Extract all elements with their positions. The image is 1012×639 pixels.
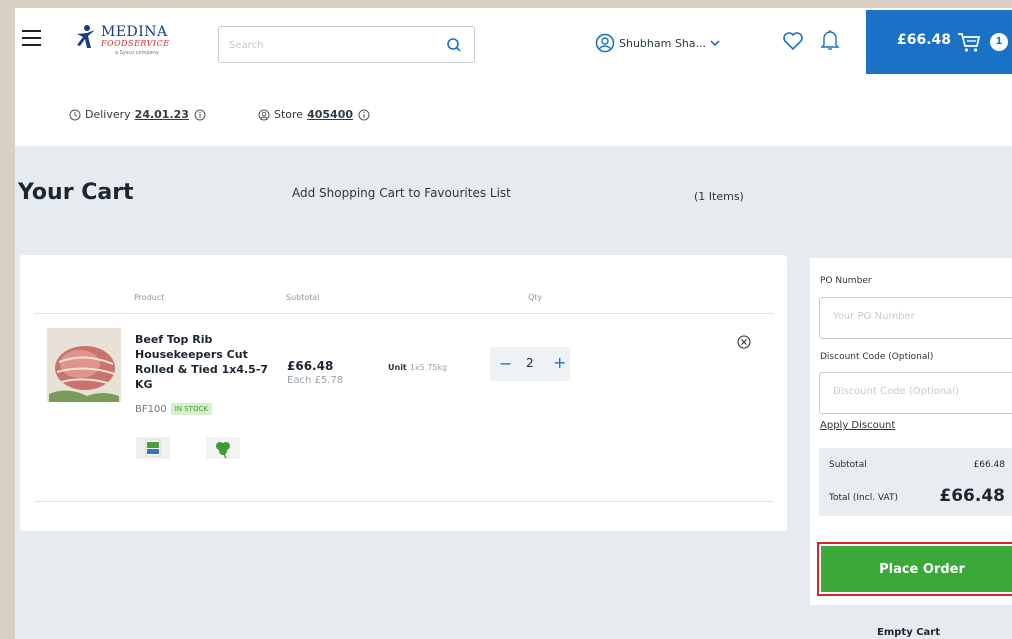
- total-label: Total (Incl. VAT): [829, 493, 898, 503]
- divider: [34, 313, 774, 314]
- po-number-label: PO Number: [820, 276, 872, 286]
- top-bar: MEDINA FOODSERVICE a Sysco company Shubh…: [15, 8, 1012, 74]
- item-unit: Unit 1x5.75kg: [388, 363, 447, 372]
- column-header-qty: Qty: [528, 293, 543, 302]
- column-header-subtotal: Subtotal: [286, 293, 320, 302]
- item-subtotal: £66.48: [287, 359, 334, 373]
- store-number-link[interactable]: 405400: [307, 108, 353, 121]
- search-box[interactable]: [218, 26, 475, 63]
- quantity-stepper: − 2 +: [490, 347, 570, 381]
- british-produce-icon: [136, 437, 170, 459]
- logo-subtitle: FOODSERVICE: [101, 39, 170, 48]
- subtotal-value: £66.48: [973, 460, 1006, 470]
- logo-figure-icon: [77, 25, 95, 48]
- column-header-product: Product: [134, 293, 165, 302]
- discount-code-input[interactable]: [833, 386, 1003, 397]
- delivery-info: Delivery 24.01.23: [69, 108, 210, 121]
- cart-count-badge: 1: [990, 33, 1008, 51]
- increase-qty-button[interactable]: +: [553, 353, 566, 372]
- unit-value: 1x5.75kg: [409, 363, 448, 372]
- irish-shamrock-icon: [206, 437, 240, 459]
- info-icon[interactable]: [194, 109, 206, 121]
- store-info: Store 405400: [258, 108, 374, 121]
- decrease-qty-button[interactable]: −: [499, 354, 512, 373]
- user-icon: [595, 33, 615, 53]
- notifications-bell-icon[interactable]: [820, 29, 840, 51]
- search-input[interactable]: [229, 36, 429, 54]
- total-value: £66.48: [939, 486, 1005, 506]
- delivery-bar: Delivery 24.01.23 Store 405400: [15, 74, 1012, 146]
- app-window: MEDINA FOODSERVICE a Sysco company Shubh…: [15, 8, 1012, 639]
- apply-discount-link[interactable]: Apply Discount: [820, 420, 895, 431]
- divider: [34, 501, 774, 502]
- store-label: Store: [274, 108, 304, 121]
- store-user-icon: [258, 109, 270, 120]
- page-title: Your Cart: [18, 180, 134, 205]
- logo[interactable]: MEDINA FOODSERVICE a Sysco company: [75, 20, 185, 60]
- product-image[interactable]: [47, 328, 121, 402]
- favourites-heart-icon[interactable]: [782, 31, 804, 51]
- delivery-date-link[interactable]: 24.01.23: [135, 108, 189, 121]
- item-count: (1 Items): [694, 190, 744, 203]
- product-code: BF100: [135, 403, 167, 415]
- cart-total: £66.48: [897, 32, 952, 48]
- chevron-down-icon: [710, 40, 720, 47]
- discount-code-field[interactable]: [819, 372, 1012, 414]
- logo-tagline: a Sysco company: [115, 50, 159, 56]
- totals-box: Subtotal £66.48 Total (Incl. VAT) £66.48: [819, 448, 1012, 516]
- user-menu[interactable]: Shubham Sha...: [595, 33, 724, 53]
- remove-item-close-icon[interactable]: [737, 335, 751, 349]
- add-to-favourites-link[interactable]: Add Shopping Cart to Favourites List: [292, 186, 511, 200]
- place-order-highlight: Place Order: [817, 542, 1012, 596]
- quantity-value[interactable]: 2: [526, 356, 534, 370]
- user-name: Shubham Sha...: [619, 36, 707, 50]
- info-icon[interactable]: [358, 109, 370, 121]
- product-name[interactable]: Beef Top Rib Housekeepers Cut Rolled & T…: [135, 332, 273, 392]
- empty-cart-link[interactable]: Empty Cart: [877, 627, 940, 638]
- po-number-input[interactable]: [833, 311, 1003, 322]
- product-code-row: BF100 IN STOCK: [135, 403, 212, 415]
- cart-button[interactable]: £66.48 1: [866, 10, 1012, 74]
- item-each-price: Each £5.78: [287, 375, 344, 386]
- menu-icon[interactable]: [22, 30, 41, 46]
- order-summary-panel: PO Number Discount Code (Optional) Apply…: [810, 258, 1012, 605]
- logo-name: MEDINA: [101, 24, 168, 40]
- unit-label: Unit: [388, 363, 407, 372]
- po-number-field[interactable]: [819, 297, 1012, 339]
- stock-badge: IN STOCK: [170, 403, 212, 415]
- search-icon[interactable]: [445, 36, 463, 54]
- clock-icon: [69, 109, 81, 120]
- place-order-button[interactable]: Place Order: [821, 546, 1012, 592]
- subtotal-label: Subtotal: [829, 460, 867, 470]
- discount-code-label: Discount Code (Optional): [820, 352, 934, 362]
- delivery-label: Delivery: [85, 108, 131, 121]
- cart-items-panel: Product Subtotal Qty Beef Top Rib Housek…: [20, 255, 787, 531]
- cart-icon: [958, 33, 981, 52]
